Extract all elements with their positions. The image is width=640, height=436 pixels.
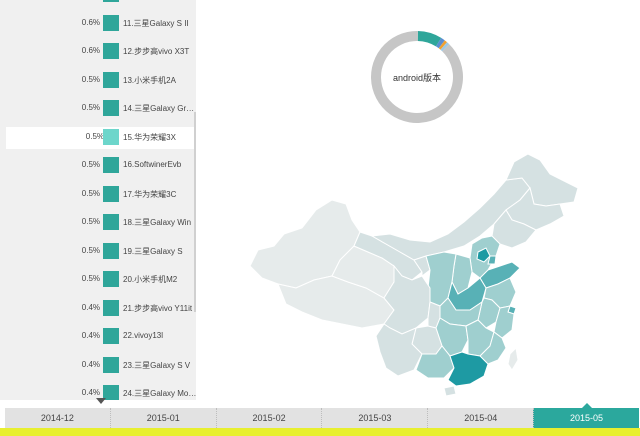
item-swatch [103, 328, 119, 344]
item-swatch [103, 14, 119, 31]
item-label: 23.三星Galaxy S V [123, 360, 191, 370]
timeline-tick[interactable]: 2015-04 [427, 408, 533, 428]
item-swatch [103, 242, 119, 259]
donut-center-label: android版本 [392, 73, 442, 83]
item-percent: 0.5% [81, 103, 100, 112]
list-item-selected[interactable]: 0.5% 15.华为荣耀3X [6, 126, 194, 149]
province-tianjin[interactable] [487, 255, 497, 265]
timeline-tick[interactable]: 2014-12 [5, 408, 110, 428]
timeline-tick-active[interactable]: 2015-05 [533, 403, 639, 428]
province-hainan[interactable] [443, 385, 457, 396]
item-percent: 0.4% [81, 359, 100, 369]
item-percent: 0.5% [81, 160, 100, 169]
ranking-list: 0.6% 11.三星Galaxy S II 0.6% 12.步步高vivo X3T 0.… [0, 0, 196, 400]
item-percent: 0.5% [81, 245, 100, 255]
list-item[interactable]: 0.5% 20.小米手机M2 [0, 269, 196, 291]
bottom-accent-bar [0, 428, 640, 436]
item-swatch [103, 71, 119, 88]
item-label: 15.华为荣耀3X [123, 132, 176, 142]
list-item[interactable]: 0.5% 19.三星Galaxy S [0, 241, 196, 263]
item-percent: 0.5% [81, 74, 100, 84]
item-swatch [103, 0, 119, 2]
item-percent: 0.6% [81, 46, 100, 55]
item-percent: 0.4% [81, 302, 100, 312]
item-percent: 0.5% [81, 188, 100, 198]
item-label: 13.小米手机2A [123, 75, 176, 85]
list-item[interactable]: 0.4% 21.步步高vivo Y11it [0, 298, 196, 320]
item-percent: 0.6% [81, 17, 100, 27]
item-swatch [103, 271, 119, 287]
item-label: 12.步步高vivo X3T [123, 47, 190, 56]
item-swatch [103, 157, 119, 173]
item-swatch [103, 299, 119, 316]
list-item[interactable]: 0.5% 16.SoftwinerEvb [0, 155, 196, 177]
item-swatch [103, 356, 119, 373]
china-map[interactable] [244, 148, 584, 396]
item-label: 24.三星Galaxy Mo… [123, 389, 196, 398]
item-label: 22.vivoy13l [123, 331, 164, 340]
item-percent: 0.5% [81, 274, 100, 283]
list-scrollbar[interactable] [194, 112, 196, 312]
province-taiwan[interactable] [507, 346, 519, 371]
scroll-down-arrow-icon[interactable] [96, 398, 106, 404]
item-percent: 0.5% [81, 217, 100, 226]
item-label: 14.三星Galaxy Gr… [123, 104, 195, 113]
item-label: 17.华为荣耀3C [123, 189, 177, 199]
list-item[interactable]: 0.6% 11.三星Galaxy S II [0, 13, 196, 35]
timeline-tick[interactable]: 2015-03 [321, 408, 427, 428]
timeline-tick[interactable]: 2015-01 [109, 408, 216, 428]
list-item[interactable]: 0.4% 22.vivoy13l [0, 326, 196, 348]
item-label: 21.步步高vivo Y11it [123, 303, 193, 313]
item-percent: 0.4% [81, 331, 100, 340]
month-timeline: 2014-12 2015-01 2015-02 2015-03 2015-04 2015-… [5, 403, 639, 428]
list-item[interactable]: 0.5% 13.小米手机2A [0, 70, 196, 92]
list-item[interactable]: 0.5% 18.三星Galaxy Win [0, 212, 196, 234]
list-item[interactable]: 0.6% 12.步步高vivo X3T [0, 41, 196, 63]
item-swatch [103, 214, 119, 230]
item-percent: 0.5% [85, 131, 104, 141]
item-swatch [103, 185, 119, 202]
timeline-tick[interactable]: 2015-02 [215, 408, 322, 428]
list-item[interactable]: 0.5% 14.三星Galaxy Gr… [0, 98, 196, 120]
item-label: 20.小米手机M2 [123, 275, 178, 284]
item-swatch [103, 43, 119, 59]
list-item[interactable]: 0.4% 23.三星Galaxy S V [0, 355, 196, 377]
list-item[interactable]: 0.5% 17.华为荣耀3C [0, 184, 196, 206]
item-swatch [103, 100, 119, 116]
item-percent: 0.4% [81, 388, 100, 397]
list-item[interactable] [0, 0, 196, 6]
item-swatch [103, 128, 119, 145]
item-label: 16.SoftwinerEvb [123, 160, 182, 169]
item-label: 19.三星Galaxy S [123, 246, 183, 256]
item-label: 11.三星Galaxy S II [123, 18, 189, 28]
item-label: 18.三星Galaxy Win [123, 218, 192, 227]
